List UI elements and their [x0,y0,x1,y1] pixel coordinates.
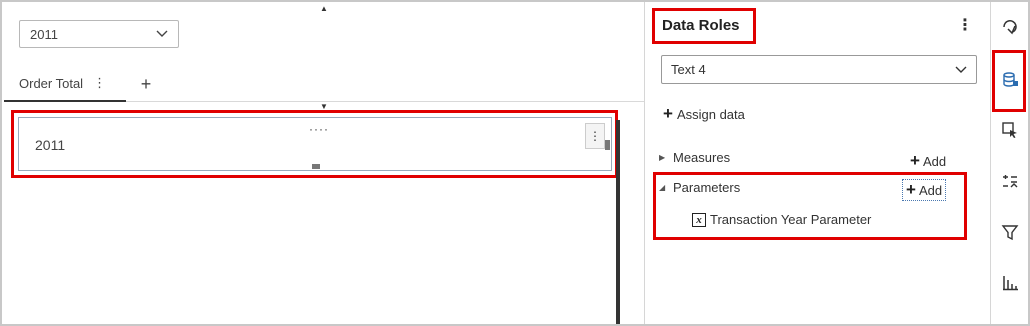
collapsed-triangle-icon: ▶ [659,153,666,162]
measures-section-toggle[interactable]: ▶ Measures [659,150,730,165]
resize-handle-right[interactable] [605,140,610,150]
page-tabs: Order Total ⋮ + [4,66,644,102]
actions-icon[interactable] [1000,120,1020,140]
assign-data-button[interactable]: + Assign data [663,104,745,123]
chevron-down-icon [156,28,168,40]
pane-title: Data Roles [662,17,740,34]
right-icon-rail [990,2,1028,324]
add-parameters-button[interactable]: + Add [902,179,947,201]
plus-icon: + [910,151,920,170]
pane-menu-icon[interactable]: ⋮ [957,15,973,35]
drag-handle-icon[interactable]: ···· [309,122,329,136]
data-roles-pane: Data Roles ⋮ Text 4 + Assign data ▶ Meas… [644,2,990,324]
year-dropdown[interactable]: 2011 [19,20,179,48]
measures-label: Measures [673,150,731,165]
text-object-value: 2011 [35,137,66,153]
object-selector-value: Text 4 [671,62,706,77]
tab-label: Order Total [19,75,84,91]
object-menu-button[interactable]: ⋮ [585,123,605,149]
options-icon[interactable] [1000,17,1020,37]
object-selector[interactable]: Text 4 [661,55,977,84]
add-measures-button[interactable]: + Add [907,150,949,172]
expanded-triangle-icon: ◢ [659,183,666,192]
parameter-item-label: Transaction Year Parameter [710,212,872,227]
parameters-label: Parameters [673,180,741,195]
tab-order-total[interactable]: Order Total ⋮ [4,66,126,102]
add-parameters-label: Add [918,182,943,198]
tab-menu-icon[interactable]: ⋮ [93,75,106,91]
plus-icon: + [663,104,673,123]
data-roles-icon[interactable] [1000,70,1020,90]
assign-data-label: Assign data [676,106,745,122]
plus-icon: + [906,180,916,199]
filters-icon[interactable] [1000,222,1020,242]
text-object[interactable]: ···· 2011 ⋮ [18,117,612,171]
collapse-top-caret-icon[interactable]: ▲ [320,4,328,13]
rules-icon[interactable] [1000,172,1020,192]
parameter-x-icon: x [692,212,706,227]
parameter-item[interactable]: x Transaction Year Parameter [692,212,871,227]
chevron-down-icon [955,64,967,76]
year-dropdown-value: 2011 [30,26,58,42]
parameters-section-toggle[interactable]: ◢ Parameters [659,180,740,195]
add-tab-button[interactable]: + [136,74,156,94]
ranks-icon[interactable] [1000,272,1020,292]
canvas-divider [616,120,620,324]
add-measures-label: Add [922,153,947,169]
resize-handle-bottom[interactable] [312,164,320,169]
